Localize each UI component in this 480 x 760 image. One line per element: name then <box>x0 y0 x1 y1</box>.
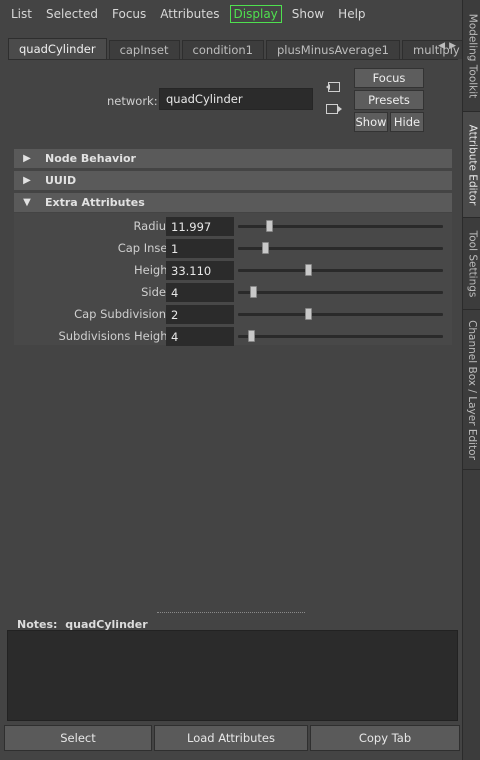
attr-row-radius: Radius 11.997 <box>14 215 452 237</box>
height-slider[interactable] <box>238 264 443 276</box>
attr-row-cap-subdivisions: Cap Subdivisions 2 <box>14 303 452 325</box>
attr-label: Cap Inset <box>117 241 172 255</box>
subdivisions-height-field[interactable]: 4 <box>166 327 234 346</box>
attr-row-sides: Sides 4 <box>14 281 452 303</box>
section-title: Node Behavior <box>45 152 136 165</box>
menu-display[interactable]: Display <box>229 5 282 23</box>
node-tab-bar: quadCylinder capInset condition1 plusMin… <box>8 38 475 60</box>
section-title: Extra Attributes <box>45 196 145 209</box>
section-uuid[interactable]: ▶ UUID <box>14 171 452 190</box>
side-tab-label: Modeling Toolkit <box>466 13 478 98</box>
output-connection-icon[interactable] <box>326 102 342 116</box>
expand-arrow-icon: ▶ <box>23 153 31 164</box>
cap-inset-field[interactable]: 1 <box>166 239 234 258</box>
side-tab-attribute-editor[interactable]: Attribute Editor <box>463 112 480 218</box>
copy-tab-button[interactable]: Copy Tab <box>310 725 460 751</box>
menu-help[interactable]: Help <box>331 5 372 23</box>
menu-show[interactable]: Show <box>285 5 331 23</box>
subdivisions-height-slider[interactable] <box>238 330 443 342</box>
attr-label: Cap Subdivisions <box>74 307 172 321</box>
attr-label: Subdivisions Height <box>58 329 172 343</box>
sides-slider[interactable] <box>238 286 443 298</box>
attr-row-cap-inset: Cap Inset 1 <box>14 237 452 259</box>
cap-subdivisions-field[interactable]: 2 <box>166 305 234 324</box>
section-node-behavior[interactable]: ▶ Node Behavior <box>14 149 452 168</box>
select-button[interactable]: Select <box>4 725 152 751</box>
slider-handle[interactable] <box>248 330 255 342</box>
node-name-field[interactable]: quadCylinder <box>159 88 313 110</box>
side-tab-modeling-toolkit[interactable]: Modeling Toolkit <box>463 0 480 112</box>
height-field[interactable]: 33.110 <box>166 261 234 280</box>
arrow-left-icon[interactable]: ◀ <box>438 41 445 51</box>
slider-handle[interactable] <box>305 264 312 276</box>
menu-focus[interactable]: Focus <box>105 5 153 23</box>
notes-splitter[interactable] <box>157 612 305 613</box>
attribute-editor-panel: List Selected Focus Attributes Display S… <box>0 0 475 760</box>
tab-scroll-arrows: ◀ ▶ <box>438 41 456 51</box>
section-title: UUID <box>45 174 77 187</box>
slider-handle[interactable] <box>266 220 273 232</box>
arrow-right-icon[interactable]: ▶ <box>449 41 456 51</box>
node-type-label: network: <box>107 94 158 108</box>
tab-quadcylinder[interactable]: quadCylinder <box>8 38 107 59</box>
side-tab-strip: Modeling Toolkit Attribute Editor Tool S… <box>462 0 480 760</box>
cap-subdivisions-slider[interactable] <box>238 308 443 320</box>
collapse-arrow-icon: ▼ <box>23 197 31 208</box>
sides-field[interactable]: 4 <box>166 283 234 302</box>
radius-field[interactable]: 11.997 <box>166 217 234 236</box>
tab-plusminusaverage1[interactable]: plusMinusAverage1 <box>266 40 401 59</box>
radius-slider[interactable] <box>238 220 443 232</box>
expand-arrow-icon: ▶ <box>23 175 31 186</box>
menu-selected[interactable]: Selected <box>39 5 105 23</box>
attr-row-subdivisions-height: Subdivisions Height 4 <box>14 325 452 347</box>
cap-inset-slider[interactable] <box>238 242 443 254</box>
hide-button[interactable]: Hide <box>390 112 424 132</box>
tab-capinset[interactable]: capInset <box>108 40 180 59</box>
tab-condition1[interactable]: condition1 <box>181 40 264 59</box>
input-connection-icon[interactable] <box>326 80 342 94</box>
side-tab-tool-settings[interactable]: Tool Settings <box>463 218 480 310</box>
menu-bar: List Selected Focus Attributes Display S… <box>0 0 462 28</box>
side-tab-label: Attribute Editor <box>466 124 478 205</box>
side-tab-label: Channel Box / Layer Editor <box>466 319 478 460</box>
menu-list[interactable]: List <box>4 5 39 23</box>
slider-handle[interactable] <box>262 242 269 254</box>
slider-handle[interactable] <box>305 308 312 320</box>
notes-textarea[interactable] <box>7 630 458 721</box>
attr-row-height: Height 33.110 <box>14 259 452 281</box>
focus-button[interactable]: Focus <box>354 68 424 88</box>
side-tab-label: Tool Settings <box>466 230 478 297</box>
section-extra-attributes[interactable]: ▼ Extra Attributes <box>14 193 452 212</box>
show-button[interactable]: Show <box>354 112 388 132</box>
slider-handle[interactable] <box>250 286 257 298</box>
side-tab-channel-box-layer-editor[interactable]: Channel Box / Layer Editor <box>463 310 480 470</box>
extra-attributes-panel: Radius 11.997 Cap Inset 1 Height 33.110 … <box>14 213 452 347</box>
presets-button[interactable]: Presets <box>354 90 424 110</box>
load-attributes-button[interactable]: Load Attributes <box>154 725 308 751</box>
menu-attributes[interactable]: Attributes <box>153 5 226 23</box>
